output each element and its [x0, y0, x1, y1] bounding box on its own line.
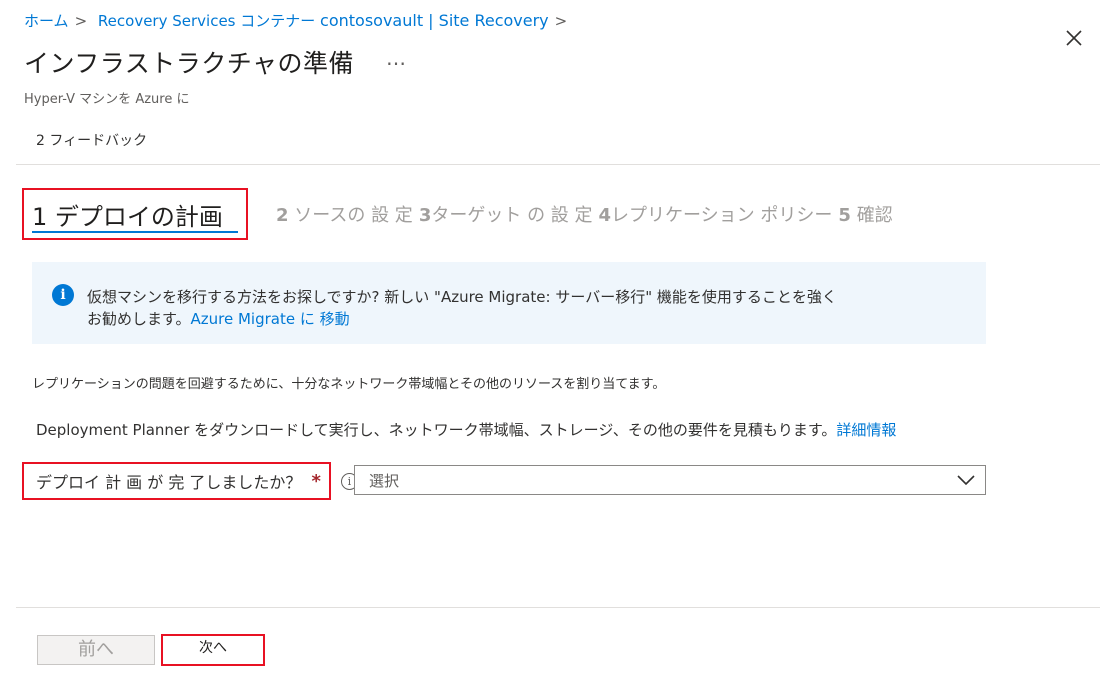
azure-migrate-link[interactable]: Azure Migrate に 移動 — [191, 310, 350, 328]
previous-button[interactable]: 前へ — [37, 635, 155, 665]
required-indicator: * — [311, 470, 321, 492]
breadcrumb-vault[interactable]: contosovault | Site Recovery — [320, 11, 549, 30]
tab-replication-policy[interactable]: 4レプリケーション ポリシー — [599, 201, 833, 227]
more-options-icon[interactable]: … — [386, 46, 406, 70]
footer-divider — [16, 607, 1100, 608]
tab-deployment-plan-label: 1 デプロイの計画 — [32, 202, 223, 231]
next-button[interactable]: 次へ — [161, 634, 265, 666]
wizard-tabs: 1 デプロイの計画 2 ソースの 設 定 3ターゲット の 設 定 4レプリケー… — [22, 186, 893, 242]
info-banner: i 仮想マシンを移行する方法をお探しですか? 新しい "Azure Migrat… — [32, 262, 986, 344]
learn-more-link[interactable]: 詳細情報 — [836, 421, 896, 439]
header-divider — [16, 164, 1100, 165]
breadcrumb-separator: > — [74, 12, 88, 30]
breadcrumb-separator-end: > — [554, 12, 568, 30]
tab-deployment-plan[interactable]: 1 デプロイの計画 — [22, 188, 248, 240]
active-tab-underline — [32, 231, 238, 233]
bandwidth-guidance-text: レプリケーションの問題を回避するために、十分なネットワーク帯域幅とその他のリソー… — [32, 377, 666, 392]
info-icon: i — [52, 284, 74, 306]
tab-source-settings[interactable]: 2 ソースの 設 定 — [276, 201, 413, 227]
breadcrumb-home[interactable]: ホーム — [24, 12, 69, 30]
close-icon[interactable] — [1062, 26, 1086, 50]
question-label-box: デプロイ 計 画 が 完 了しましたか？ * — [22, 462, 331, 500]
deployment-plan-question: デプロイ 計 画 が 完 了しましたか？ * i — [22, 462, 358, 500]
dropdown-selected-value: 選択 — [369, 471, 400, 490]
info-line2: お勧めします。 — [87, 310, 191, 328]
deployment-planner-description: Deployment Planner をダウンロードして実行し、ネットワーク帯域… — [36, 421, 837, 439]
breadcrumb-recovery-services[interactable]: Recovery Services コンテナー — [98, 12, 315, 30]
tab-review[interactable]: 5 確認 — [838, 201, 892, 227]
feedback-link[interactable]: 2 フィードバック — [36, 130, 147, 150]
chevron-down-icon — [957, 475, 975, 486]
breadcrumb: ホーム > Recovery Services コンテナー contosovaul… — [24, 10, 573, 31]
info-text: 仮想マシンを移行する方法をお探しですか? 新しい "Azure Migrate:… — [87, 286, 947, 330]
tab-target-settings[interactable]: 3ターゲット の 設 定 — [419, 201, 593, 227]
page-subtitle: Hyper-V マシンを Azure に — [24, 92, 190, 107]
deployment-planner-text: Deployment Planner をダウンロードして実行し、ネットワーク帯域… — [36, 419, 896, 440]
question-label: デプロイ 計 画 が 完 了しましたか？ — [36, 473, 302, 492]
info-line1: 仮想マシンを移行する方法をお探しですか? 新しい "Azure Migrate:… — [87, 288, 837, 306]
deployment-plan-dropdown[interactable]: 選択 — [354, 465, 986, 495]
inactive-tabs: 2 ソースの 設 定 3ターゲット の 設 定 4レプリケーション ポリシー 5… — [276, 201, 893, 227]
page-title: インフラストラクチャの準備 — [24, 49, 355, 78]
title-row: インフラストラクチャの準備 … — [24, 44, 406, 80]
